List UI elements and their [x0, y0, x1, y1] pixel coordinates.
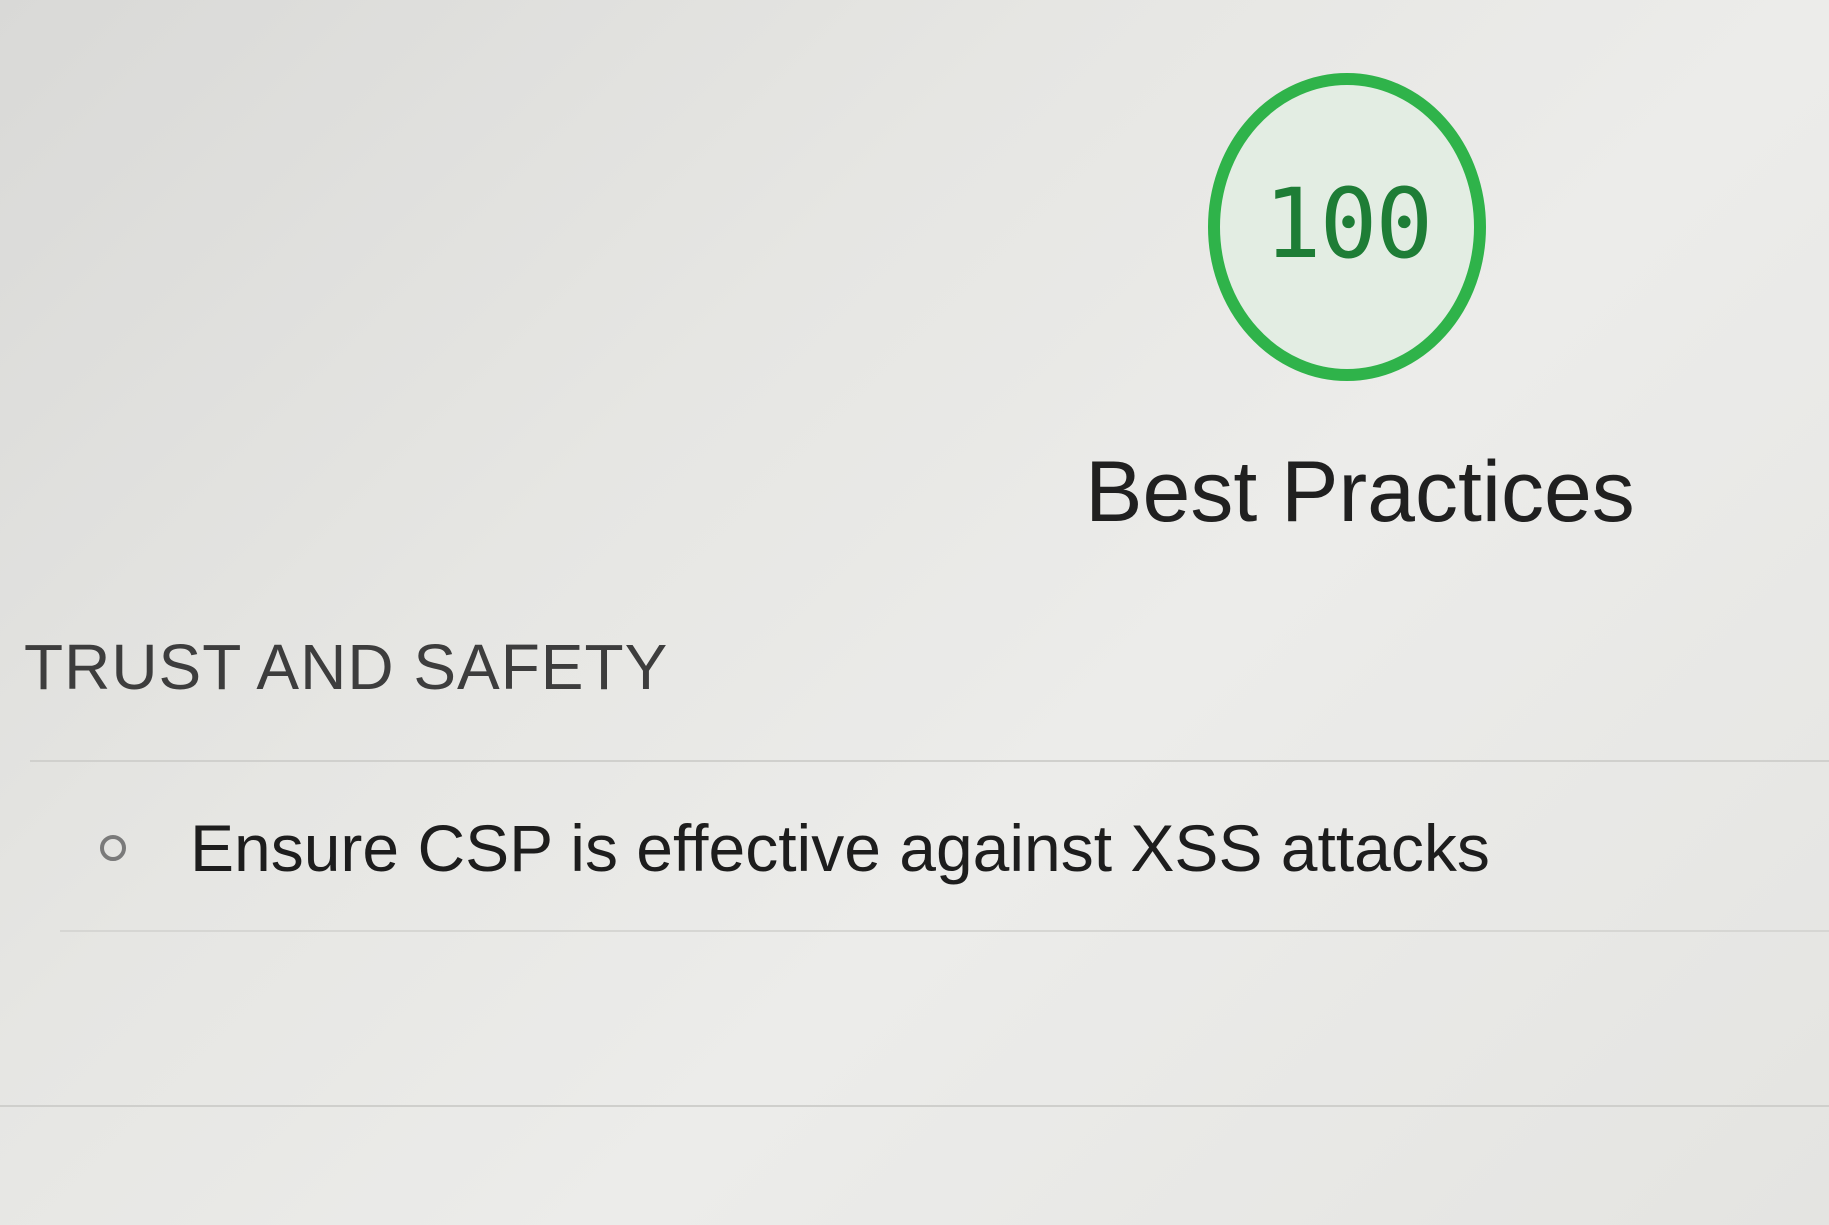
score-gauge[interactable]: 100 [1205, 68, 1490, 386]
audit-title: Ensure CSP is effective against XSS atta… [190, 811, 1490, 885]
group-divider [30, 760, 1829, 762]
audit-item-csp-xss[interactable]: Ensure CSP is effective against XSS atta… [100, 812, 1490, 885]
audit-divider [60, 930, 1829, 932]
lighthouse-report: 100 Best Practices TRUST AND SAFETY Ensu… [0, 0, 1829, 1225]
score-value: 100 [1263, 168, 1433, 280]
category-title: Best Practices [1085, 444, 1635, 540]
informative-circle-icon [100, 835, 126, 862]
group-heading-trust-and-safety: TRUST AND SAFETY [24, 631, 669, 703]
section-divider [0, 1105, 1829, 1107]
